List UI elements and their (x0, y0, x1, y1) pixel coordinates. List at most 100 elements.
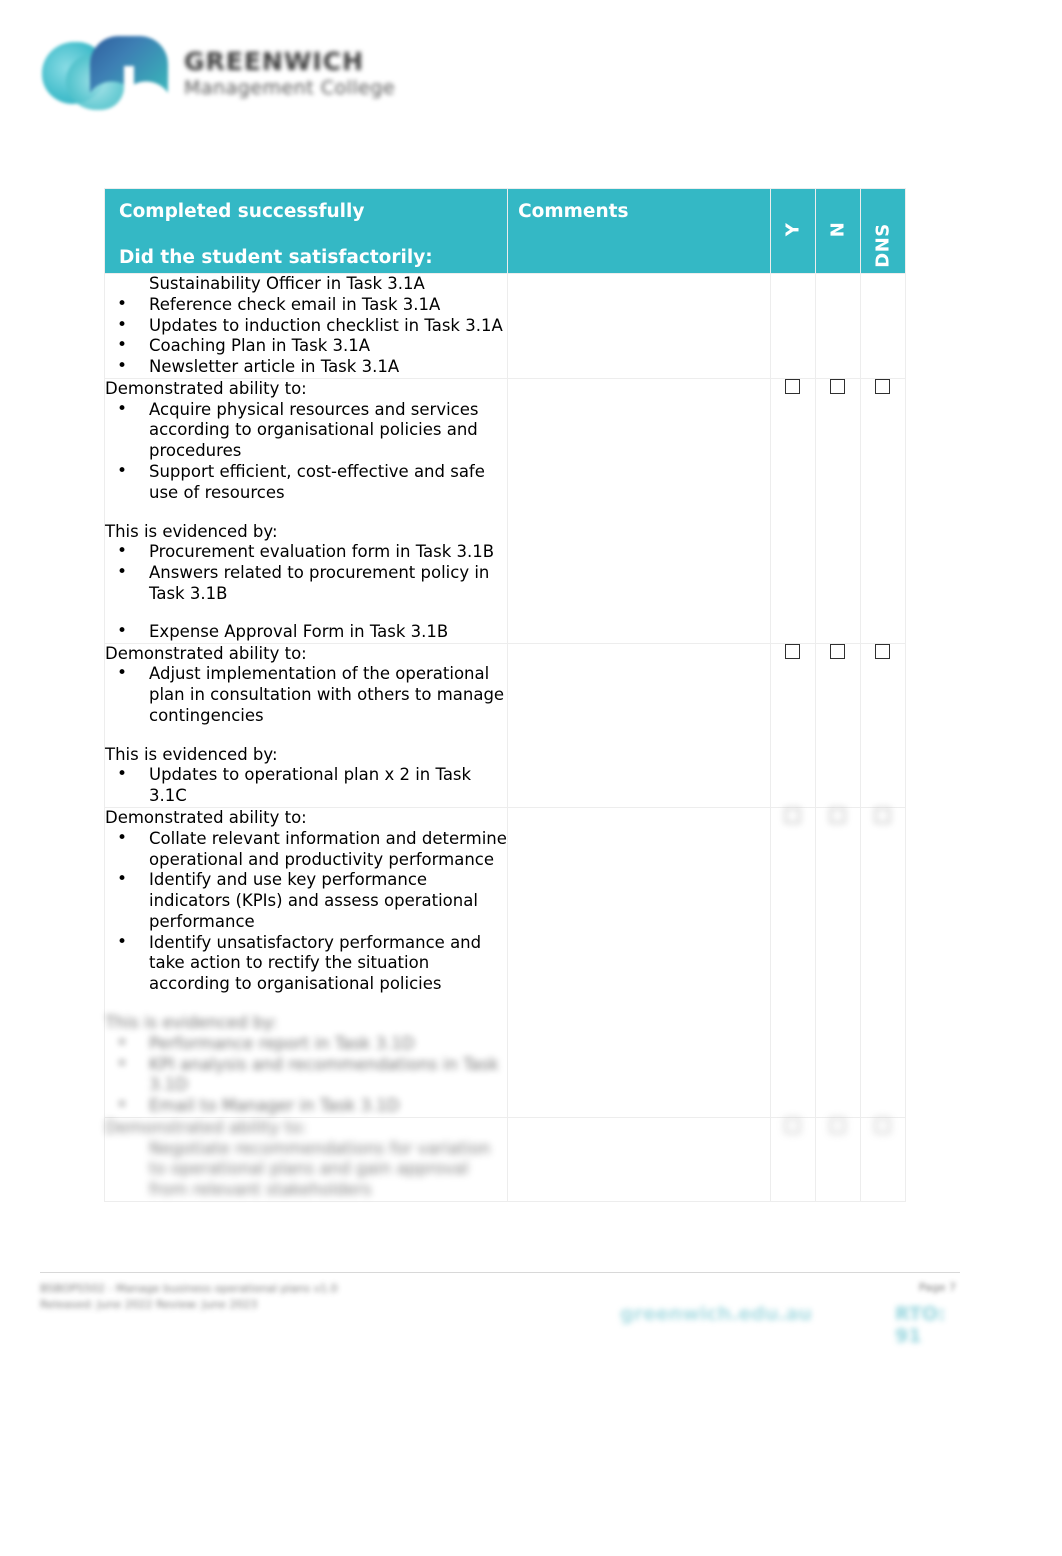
checkbox-n[interactable] (830, 643, 846, 659)
list-item: Acquire physical resources and services … (105, 399, 507, 462)
criteria-lead: Demonstrated ability to: (105, 1117, 307, 1137)
header-criteria-title: Completed successfully (119, 201, 365, 222)
checkbox-dns[interactable] (875, 1117, 891, 1133)
criteria-list: Negotiate recommendations for variation … (105, 1139, 507, 1201)
checkbox-n[interactable] (830, 378, 846, 394)
table-row: Sustainability Officer in Task 3.1A Refe… (103, 273, 907, 379)
list-item: Support efficient, cost-effective and sa… (105, 461, 507, 504)
list-item: Collate relevant information and determi… (105, 828, 507, 871)
header-criteria: Completed successfully Did the student s… (103, 188, 509, 274)
y-cell[interactable] (769, 642, 816, 808)
header-dns-label: DNS (872, 223, 894, 268)
list-item: Negotiate recommendations for variation … (149, 1138, 491, 1200)
checkbox-y[interactable] (785, 807, 801, 823)
evidence-lead: This is evidenced by: (105, 521, 278, 541)
criteria-list: Sustainability Officer in Task 3.1A Refe… (105, 274, 507, 378)
y-cell[interactable] (769, 273, 816, 379)
header-comments-label: Comments (518, 201, 629, 222)
header-criteria-subtitle: Did the student satisfactorily: (119, 247, 433, 269)
criteria-cell: Demonstrated ability to: Negotiate recom… (103, 1116, 509, 1203)
list-item: Procurement evaluation form in Task 3.1B (105, 541, 507, 563)
checkbox-dns[interactable] (875, 807, 891, 823)
checkbox-n[interactable] (830, 807, 846, 823)
checkbox-y[interactable] (785, 643, 801, 659)
criteria-lead: Demonstrated ability to: (105, 378, 307, 398)
list-item: Expense Approval Form in Task 3.1B (105, 621, 507, 643)
evidence-lead: This is evidenced by: (105, 744, 278, 764)
header-dns: DNS (859, 188, 907, 274)
n-cell[interactable] (814, 273, 861, 379)
criteria-lead: Demonstrated ability to: (105, 807, 307, 827)
document-header: GREENWICH Management College (40, 18, 460, 128)
list-item: Sustainability Officer in Task 3.1A (149, 274, 425, 293)
list-item: Answers related to procurement policy in… (105, 562, 507, 605)
table-row: Demonstrated ability to: Adjust implemen… (103, 642, 907, 808)
list-item: Reference check email in Task 3.1A (105, 294, 507, 316)
n-cell[interactable] (814, 806, 861, 1118)
table-row: Demonstrated ability to: Negotiate recom… (103, 1116, 907, 1203)
comments-cell[interactable] (507, 273, 771, 379)
header-comments: Comments (507, 188, 771, 274)
checkbox-y[interactable] (785, 378, 801, 394)
evidence-list: Updates to operational plan x 2 in Task … (105, 764, 507, 807)
evidence-list: Procurement evaluation form in Task 3.1B… (105, 541, 507, 643)
comments-cell[interactable] (507, 806, 771, 1118)
checkbox-dns[interactable] (875, 643, 891, 659)
dns-cell[interactable] (859, 642, 907, 808)
evidence-block-redacted: This is evidenced by: Performance report… (105, 1013, 507, 1117)
logo-letter-m (90, 36, 168, 110)
dns-cell[interactable] (859, 377, 907, 644)
y-cell[interactable] (769, 806, 816, 1118)
dns-cell[interactable] (859, 806, 907, 1118)
footer-document-info: BSBOPS502 - Manage business operational … (40, 1281, 470, 1313)
criteria-lead: Demonstrated ability to: (105, 643, 307, 663)
list-item: Newsletter article in Task 3.1A (105, 356, 507, 378)
list-item: KPI analysis and recommendations in Task… (105, 1054, 507, 1097)
comments-cell[interactable] (507, 377, 771, 644)
list-item: Performance report in Task 3.1D (105, 1033, 507, 1055)
comments-cell[interactable] (507, 1116, 771, 1203)
criteria-cell: Demonstrated ability to: Collate relevan… (103, 806, 509, 1118)
criteria-list: Collate relevant information and determi… (105, 828, 507, 995)
list-item: Updates to operational plan x 2 in Task … (105, 764, 507, 807)
header-y-label: Y (782, 222, 804, 237)
evidence-lead: This is evidenced by: (105, 1013, 278, 1032)
gm-monogram-logo-icon (40, 28, 170, 118)
y-cell[interactable] (769, 1116, 816, 1203)
assessment-checklist-table: Completed successfully Did the student s… (103, 188, 907, 1203)
criteria-list: Acquire physical resources and services … (105, 399, 507, 504)
criteria-cell: Sustainability Officer in Task 3.1A Refe… (103, 273, 509, 379)
comments-cell[interactable] (507, 642, 771, 808)
logo-wordmark-line1: GREENWICH (184, 46, 364, 76)
footer-brand-url: greenwich.edu.au (620, 1303, 812, 1325)
y-cell[interactable] (769, 377, 816, 644)
logo-wordmark: GREENWICH Management College (184, 46, 395, 101)
table-header-row: Completed successfully Did the student s… (103, 188, 907, 274)
n-cell[interactable] (814, 377, 861, 644)
checkbox-dns[interactable] (875, 378, 891, 394)
dns-cell[interactable] (859, 1116, 907, 1203)
header-y: Y (769, 188, 816, 274)
checkbox-y[interactable] (785, 1117, 801, 1133)
n-cell[interactable] (814, 1116, 861, 1203)
list-item: Identify and use key performance indicat… (105, 869, 507, 932)
footer-line-2: Released: June 2022 Review: June 2023 (40, 1297, 258, 1311)
table-row: Demonstrated ability to: Acquire physica… (103, 377, 907, 644)
n-cell[interactable] (814, 642, 861, 808)
list-item: Updates to induction checklist in Task 3… (105, 315, 507, 337)
checkbox-n[interactable] (830, 1117, 846, 1133)
footer-line-1: BSBOPS502 - Manage business operational … (40, 1282, 338, 1295)
list-item: Email to Manager in Task 3.1D (105, 1095, 507, 1117)
evidence-list: Performance report in Task 3.1D KPI anal… (105, 1033, 507, 1117)
logo-wordmark-line2: Management College (184, 76, 396, 99)
header-n: N (814, 188, 861, 274)
list-item: Adjust implementation of the operational… (105, 663, 507, 726)
table-row: Demonstrated ability to: Collate relevan… (103, 806, 907, 1118)
list-item: Identify unsatisfactory performance and … (105, 932, 507, 995)
dns-cell[interactable] (859, 273, 907, 379)
list-item: Coaching Plan in Task 3.1A (105, 335, 507, 357)
table-body: Sustainability Officer in Task 3.1A Refe… (103, 273, 907, 1203)
